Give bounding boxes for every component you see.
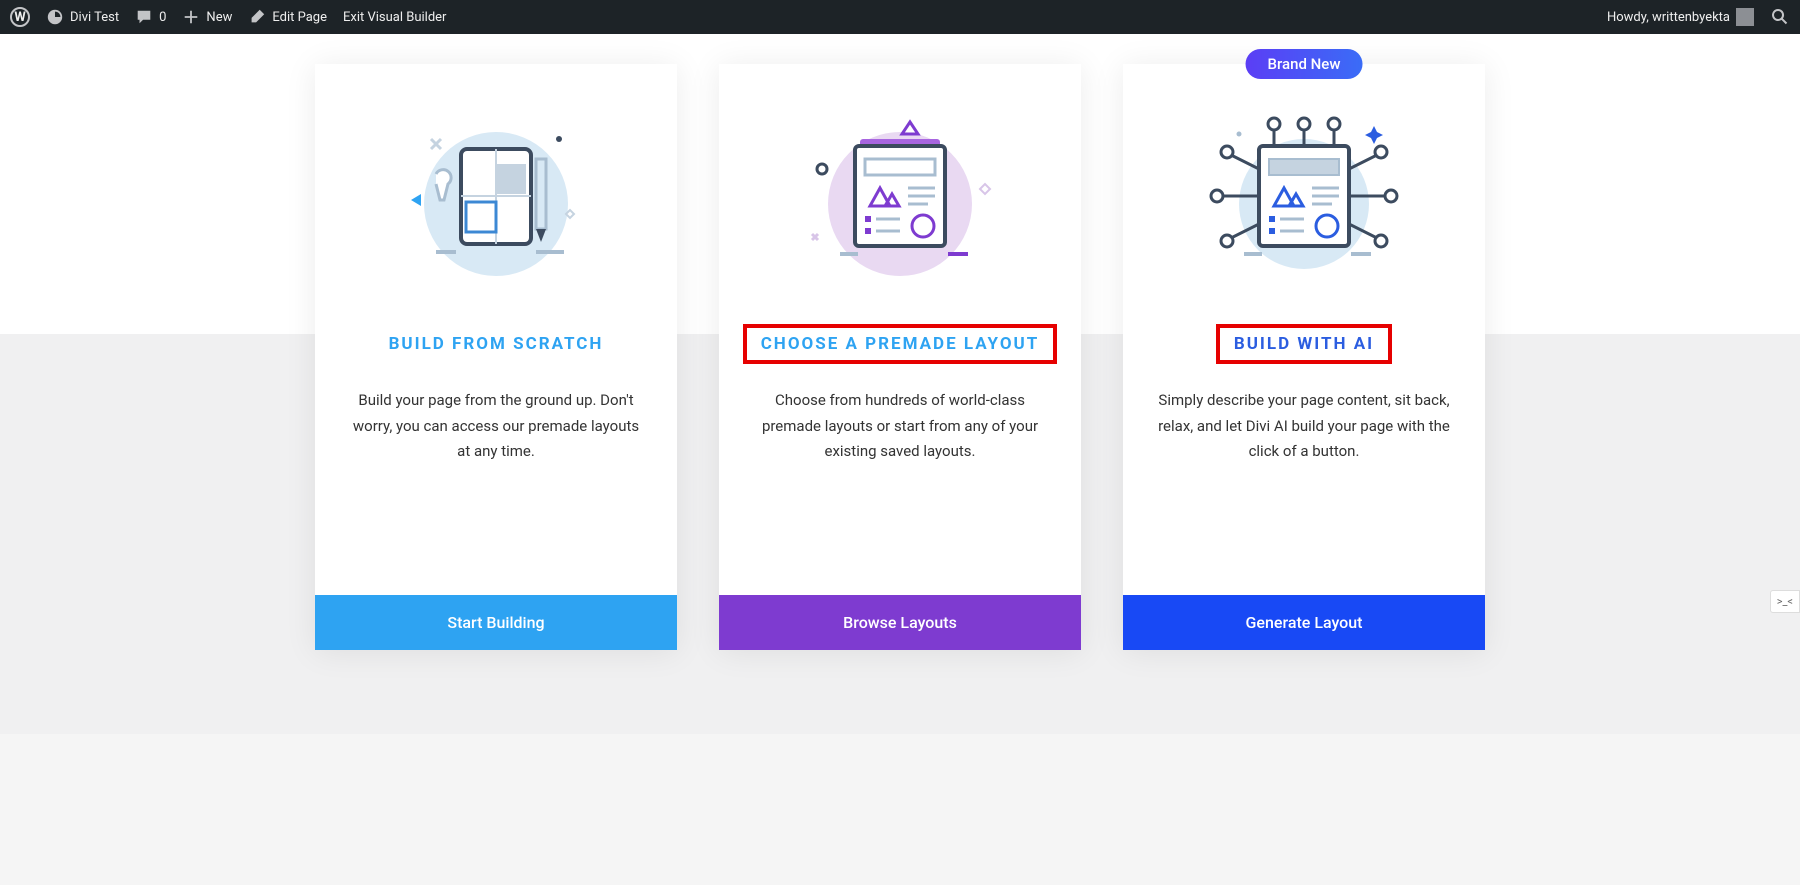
comments-count: 0: [159, 10, 166, 25]
dashboard-icon: [46, 8, 64, 26]
exit-builder-link[interactable]: Exit Visual Builder: [343, 10, 446, 25]
comment-icon: [135, 8, 153, 26]
card-desc-scratch: Build your page from the ground up. Don'…: [315, 388, 677, 465]
card-title-scratch: BUILD FROM SCRATCH: [315, 324, 677, 364]
brand-new-badge: Brand New: [1246, 49, 1363, 79]
wp-logo-link[interactable]: W: [10, 7, 30, 27]
scratch-illustration: [315, 64, 677, 324]
plus-icon: [182, 8, 200, 26]
admin-bar: W Divi Test 0 New Edit Page Exit Visual …: [0, 0, 1800, 34]
site-name: Divi Test: [70, 10, 119, 25]
ai-illustration: [1123, 64, 1485, 324]
new-label: New: [206, 10, 232, 25]
main-content: BUILD FROM SCRATCH Build your page from …: [0, 34, 1800, 734]
user-greeting-link[interactable]: Howdy, writtenbyekta: [1607, 8, 1754, 26]
pencil-icon: [248, 8, 266, 26]
card-title-ai: BUILD WITH AI: [1216, 324, 1392, 364]
start-building-button[interactable]: Start Building: [315, 595, 677, 650]
console-badge[interactable]: >_<: [1770, 590, 1800, 613]
generate-layout-button[interactable]: Generate Layout: [1123, 595, 1485, 650]
site-name-link[interactable]: Divi Test: [46, 8, 119, 26]
card-ai: Brand New: [1123, 64, 1485, 650]
avatar: [1736, 8, 1754, 26]
card-scratch: BUILD FROM SCRATCH Build your page from …: [315, 64, 677, 650]
exit-builder-label: Exit Visual Builder: [343, 10, 446, 25]
browse-layouts-button[interactable]: Browse Layouts: [719, 595, 1081, 650]
card-desc-premade: Choose from hundreds of world-class prem…: [719, 388, 1081, 465]
card-premade: CHOOSE A PREMADE LAYOUT Choose from hund…: [719, 64, 1081, 650]
premade-illustration: [719, 64, 1081, 324]
greeting-text: Howdy, writtenbyekta: [1607, 10, 1730, 25]
new-link[interactable]: New: [182, 8, 232, 26]
search-icon[interactable]: [1770, 7, 1790, 27]
card-desc-ai: Simply describe your page content, sit b…: [1123, 388, 1485, 465]
card-title-premade: CHOOSE A PREMADE LAYOUT: [743, 324, 1058, 364]
comments-link[interactable]: 0: [135, 8, 166, 26]
edit-page-label: Edit Page: [272, 10, 327, 25]
cards-container: BUILD FROM SCRATCH Build your page from …: [200, 64, 1600, 650]
wordpress-icon: W: [10, 7, 30, 27]
edit-page-link[interactable]: Edit Page: [248, 8, 327, 26]
